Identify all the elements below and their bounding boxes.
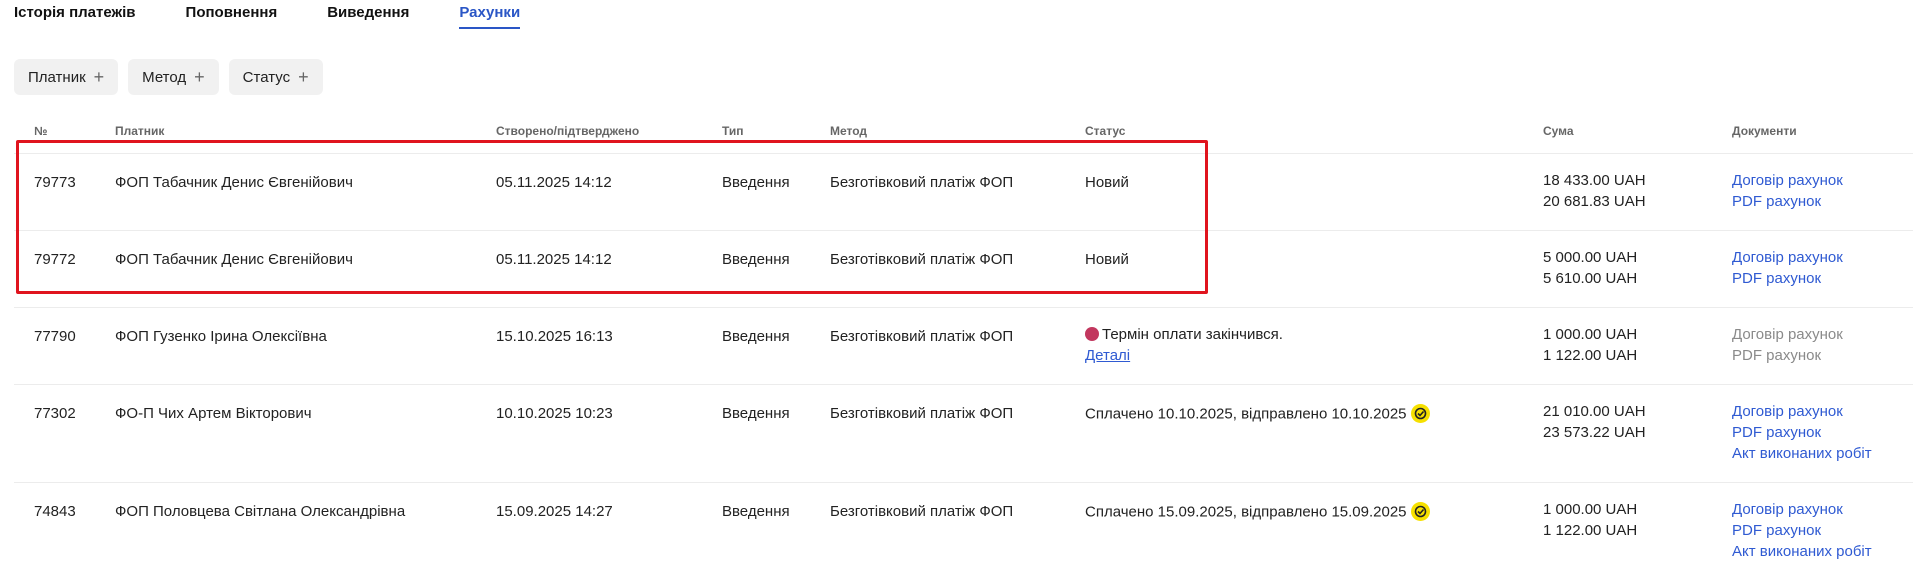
row-number: 79773 (34, 174, 76, 191)
sum-amount-total: 23 573.22 UAH (1543, 424, 1646, 441)
column-header-sum: Сума (1543, 124, 1574, 138)
filter-label: Платник (28, 68, 86, 86)
row-method: Безготівковий платіж ФОП (830, 405, 1014, 422)
row-documents: Договір рахунок PDF рахунок Акт виконани… (1732, 401, 1872, 464)
status-text: Термін оплати закінчився. (1102, 326, 1283, 343)
sum-amount-total: 5 610.00 UAH (1543, 270, 1638, 287)
status-line: Термін оплати закінчився. (1085, 324, 1283, 345)
filter-label: Статус (242, 68, 291, 86)
table-row[interactable]: 77302 ФО-П Чих Артем Вікторович 10.10.20… (14, 384, 1913, 483)
row-payer: ФОП Гузенко Ірина Олексіївна (115, 328, 327, 345)
column-header-type: Тип (722, 124, 744, 138)
column-header-payer: Платник (115, 124, 165, 138)
row-method: Безготівковий платіж ФОП (830, 251, 1014, 268)
act-of-work-link[interactable]: Акт виконаних робіт (1732, 541, 1872, 562)
row-documents: Договір рахунок PDF рахунок (1732, 324, 1843, 366)
row-method: Безготівковий платіж ФОП (830, 174, 1014, 191)
column-header-num: № (34, 124, 48, 138)
sum-amount-total: 20 681.83 UAH (1543, 193, 1646, 210)
status-text: Сплачено 15.09.2025, відправлено 15.09.2… (1085, 503, 1407, 521)
row-status: Термін оплати закінчився. Деталі (1085, 324, 1283, 366)
sum-amount-total: 1 122.00 UAH (1543, 522, 1638, 539)
tab-withdrawals[interactable]: Виведення (327, 0, 409, 26)
contract-invoice-link: Договір рахунок (1732, 326, 1843, 343)
sum-amount: 1 000.00 UAH (1543, 501, 1638, 518)
act-of-work-link[interactable]: Акт виконаних робіт (1732, 443, 1872, 464)
row-type: Введення (722, 503, 790, 520)
row-status: Новий (1085, 174, 1129, 191)
sum-amount: 21 010.00 UAH (1543, 403, 1646, 420)
row-created: 05.11.2025 14:12 (496, 251, 612, 268)
row-method: Безготівковий платіж ФОП (830, 503, 1014, 520)
row-documents: Договір рахунок PDF рахунок (1732, 247, 1843, 289)
sum-amount: 1 000.00 UAH (1543, 326, 1638, 343)
filter-method-button[interactable]: Метод + (128, 59, 219, 95)
table-row[interactable]: 77790 ФОП Гузенко Ірина Олексіївна 15.10… (14, 307, 1913, 385)
row-sum: 1 000.00 UAH 1 122.00 UAH (1543, 324, 1637, 366)
column-header-created: Створено/підтверджено (496, 124, 640, 138)
filter-payer-button[interactable]: Платник + (14, 59, 119, 95)
table-row[interactable]: 79772 ФОП Табачник Денис Євгенійович 05.… (14, 230, 1913, 308)
contract-invoice-link[interactable]: Договір рахунок (1732, 401, 1872, 422)
row-sum: 1 000.00 UAH 1 122.00 UAH (1543, 499, 1637, 541)
check-badge-icon (1410, 404, 1430, 423)
row-type: Введення (722, 251, 790, 268)
row-type: Введення (722, 405, 790, 422)
row-number: 74843 (34, 503, 76, 520)
row-payer: ФОП Табачник Денис Євгенійович (115, 174, 353, 191)
status-text: Сплачено 10.10.2025, відправлено 10.10.2… (1085, 405, 1407, 423)
table-row[interactable]: 74843 ФОП Половцева Світлана Олександрів… (14, 482, 1913, 560)
row-status: Новий (1085, 251, 1129, 268)
row-status: Сплачено 15.09.2025, відправлено 15.09.2… (1085, 502, 1430, 522)
row-payer: ФОП Половцева Світлана Олександрівна (115, 503, 406, 520)
row-number: 77302 (34, 405, 76, 422)
plus-icon: + (298, 67, 309, 87)
row-created: 15.09.2025 14:27 (496, 503, 613, 520)
row-sum: 5 000.00 UAH 5 610.00 UAH (1543, 247, 1637, 289)
tab-payment-history[interactable]: Історія платежів (14, 0, 136, 26)
column-header-docs: Документи (1732, 124, 1797, 138)
contract-invoice-link[interactable]: Договір рахунок (1732, 499, 1872, 520)
pdf-invoice-link[interactable]: PDF рахунок (1732, 191, 1843, 212)
pdf-invoice-link: PDF рахунок (1732, 347, 1822, 364)
row-payer: ФО-П Чих Артем Вікторович (115, 405, 312, 422)
column-header-method: Метод (830, 124, 868, 138)
row-created: 10.10.2025 10:23 (496, 405, 613, 422)
filter-label: Метод (142, 68, 187, 86)
row-sum: 21 010.00 UAH 23 573.22 UAH (1543, 401, 1646, 443)
expired-dot-icon (1085, 327, 1099, 342)
tab-bar: Історія платежів Поповнення Виведення Ра… (14, 0, 570, 30)
plus-icon: + (93, 67, 105, 87)
row-number: 77790 (34, 328, 76, 345)
row-number: 79772 (34, 251, 76, 268)
check-badge-icon (1410, 502, 1430, 521)
row-status: Сплачено 10.10.2025, відправлено 10.10.2… (1085, 404, 1430, 424)
tab-deposits[interactable]: Поповнення (186, 0, 278, 26)
sum-amount-total: 1 122.00 UAH (1543, 347, 1638, 364)
row-payer: ФОП Табачник Денис Євгенійович (115, 251, 353, 268)
table-row[interactable]: 79773 ФОП Табачник Денис Євгенійович 05.… (14, 153, 1913, 231)
row-created: 05.11.2025 14:12 (496, 174, 612, 191)
pdf-invoice-link[interactable]: PDF рахунок (1732, 268, 1843, 289)
filter-bar: Платник + Метод + Статус + (14, 59, 323, 95)
row-created: 15.10.2025 16:13 (496, 328, 613, 345)
pdf-invoice-link[interactable]: PDF рахунок (1732, 422, 1872, 443)
row-method: Безготівковий платіж ФОП (830, 328, 1014, 345)
contract-invoice-link[interactable]: Договір рахунок (1732, 170, 1843, 191)
row-documents: Договір рахунок PDF рахунок (1732, 170, 1843, 212)
sum-amount: 5 000.00 UAH (1543, 249, 1638, 266)
pdf-invoice-link[interactable]: PDF рахунок (1732, 520, 1872, 541)
contract-invoice-link[interactable]: Договір рахунок (1732, 247, 1843, 268)
row-sum: 18 433.00 UAH 20 681.83 UAH (1543, 170, 1646, 212)
tab-invoices[interactable]: Рахунки (459, 0, 520, 29)
details-link[interactable]: Деталі (1085, 345, 1283, 366)
sum-amount: 18 433.00 UAH (1543, 172, 1646, 189)
row-type: Введення (722, 328, 790, 345)
filter-status-button[interactable]: Статус + (228, 59, 323, 95)
row-documents: Договір рахунок PDF рахунок Акт виконани… (1732, 499, 1872, 562)
plus-icon: + (194, 67, 205, 87)
column-header-status: Статус (1085, 124, 1126, 138)
row-type: Введення (722, 174, 790, 191)
